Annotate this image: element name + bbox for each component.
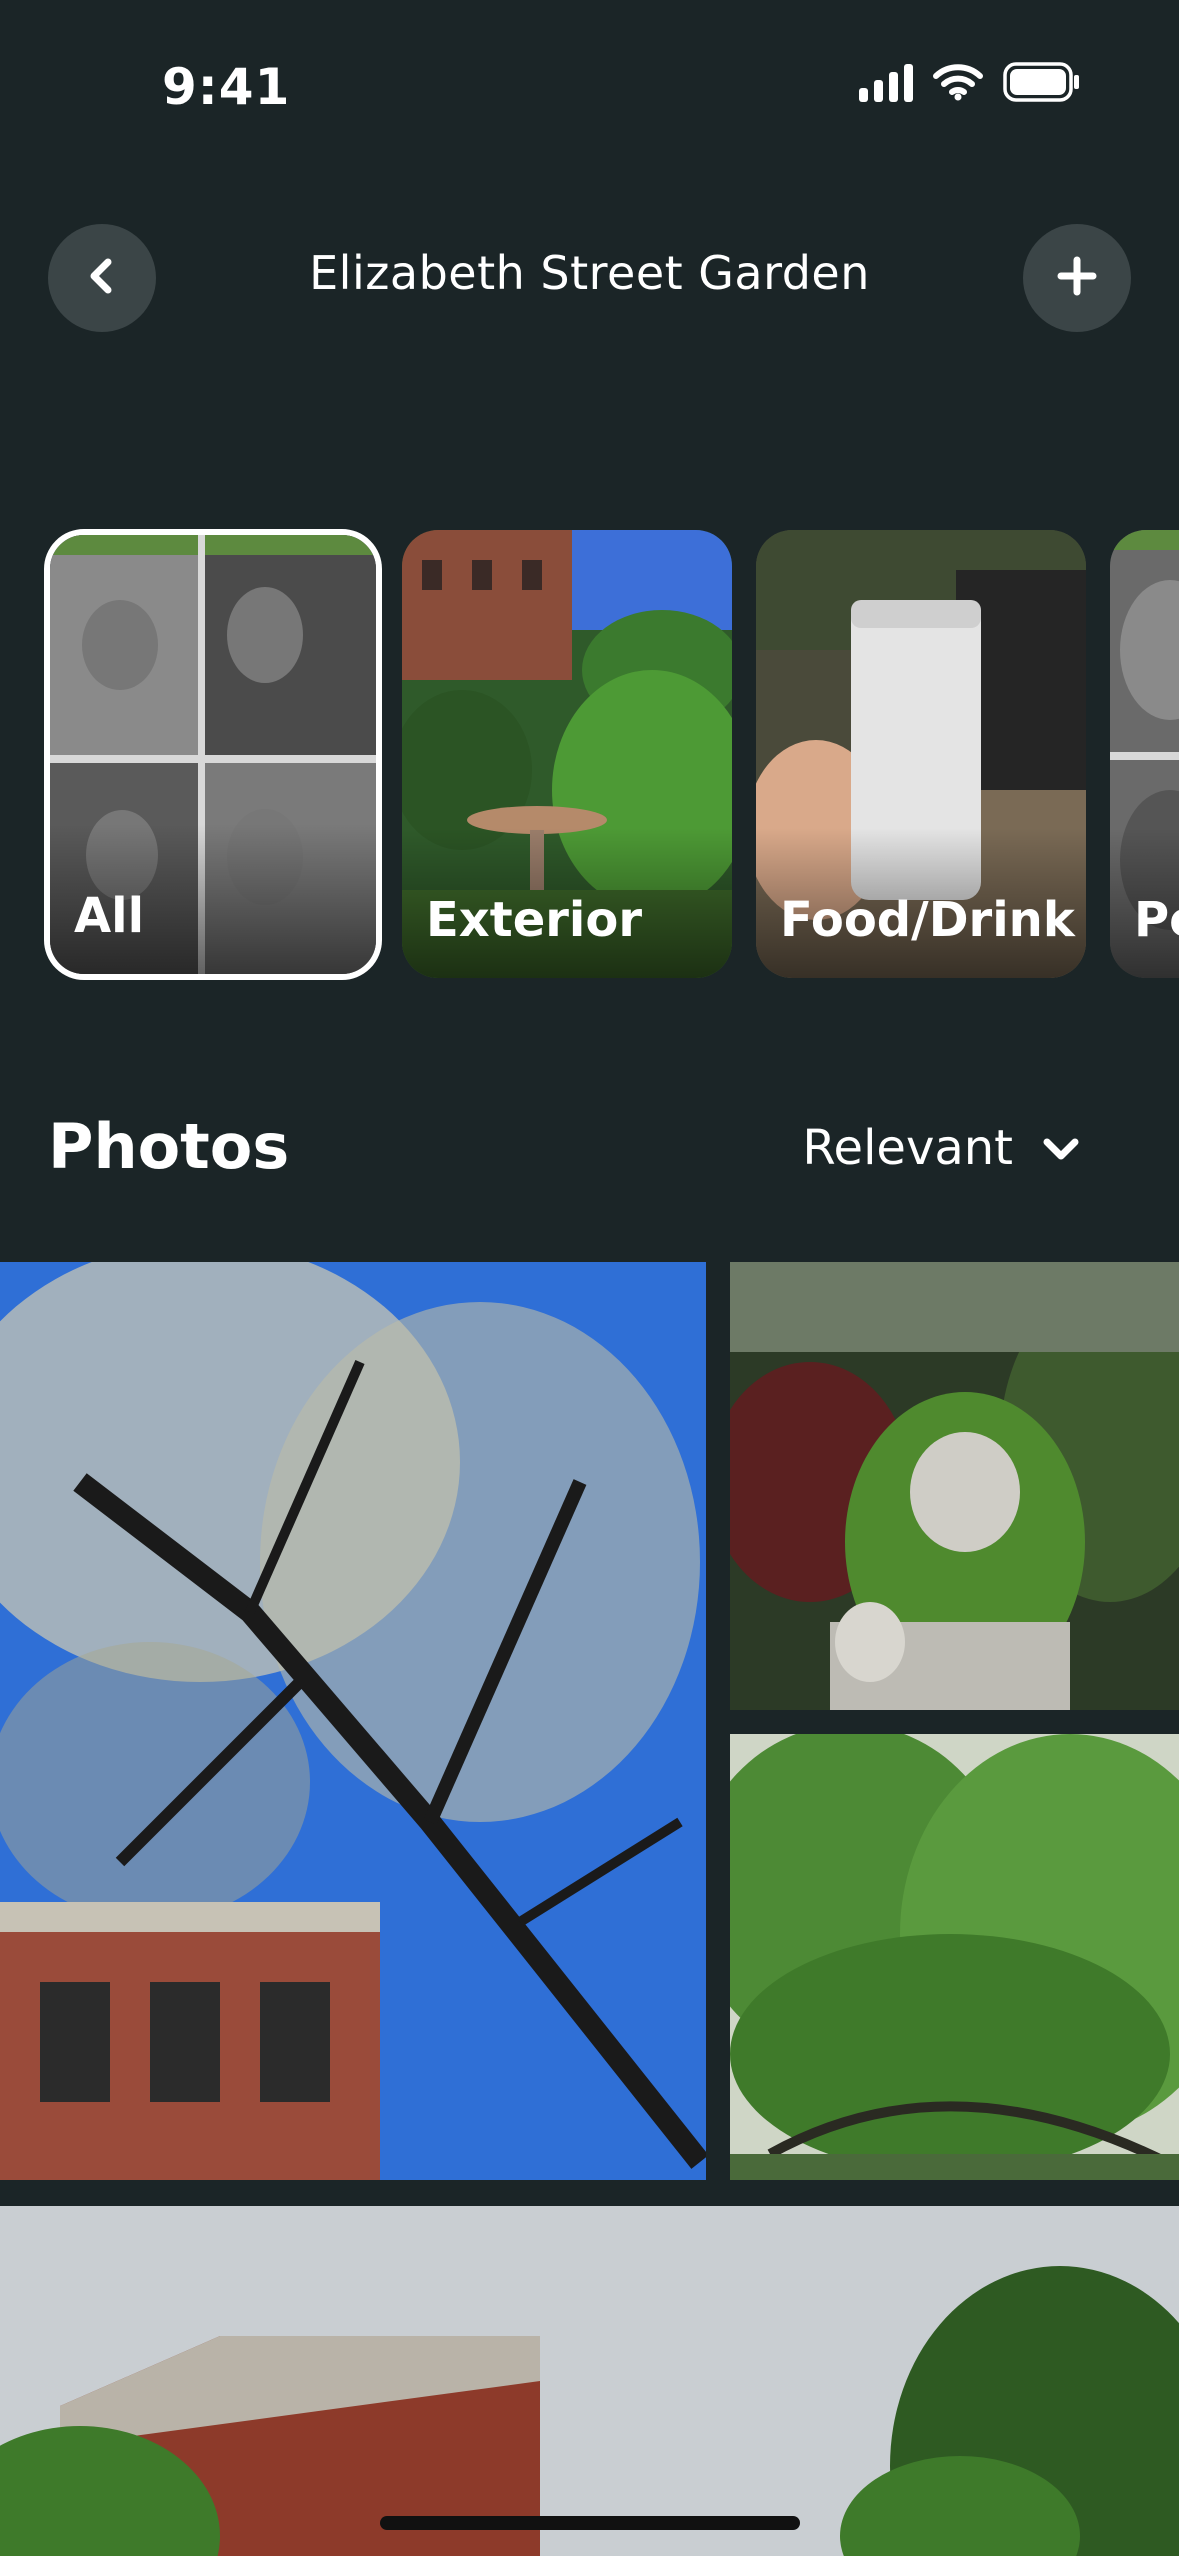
back-button[interactable] [48, 224, 156, 332]
category-card-all[interactable]: All [44, 529, 382, 980]
category-label-food-drink: Food/Drink [780, 892, 1075, 948]
photo-green-trees [730, 1734, 1179, 2180]
sort-dropdown[interactable]: Relevant [802, 1120, 1081, 1176]
photos-section-title: Photos [48, 1110, 290, 1183]
category-label-all: All [74, 888, 145, 944]
photo-building-sky [0, 2206, 1179, 2556]
photo-tile[interactable] [0, 2206, 1179, 2556]
status-icons [859, 62, 1081, 102]
category-card-people[interactable]: Pe [1110, 530, 1179, 978]
category-label-people: Pe [1134, 892, 1179, 948]
battery-icon [1003, 62, 1081, 102]
category-card-exterior[interactable]: Exterior [402, 530, 732, 978]
wifi-icon [933, 63, 983, 101]
photo-tile[interactable] [730, 1262, 1179, 1710]
chevron-down-icon [1041, 1120, 1081, 1176]
cellular-signal-icon [859, 62, 913, 102]
photo-blossom-tree [0, 1262, 706, 2180]
sort-label: Relevant [802, 1120, 1013, 1176]
photo-lion-statue [730, 1262, 1179, 1710]
chevron-left-icon [84, 256, 120, 300]
category-label-exterior: Exterior [426, 892, 643, 948]
photo-tile[interactable] [0, 1262, 706, 2180]
add-button[interactable] [1023, 224, 1131, 332]
plus-icon [1057, 256, 1097, 300]
status-time: 9:41 [162, 58, 291, 116]
page-title: Elizabeth Street Garden [309, 246, 870, 300]
photo-tile[interactable] [730, 1734, 1179, 2180]
category-card-food-drink[interactable]: Food/Drink [756, 530, 1086, 978]
home-indicator[interactable] [380, 2516, 800, 2530]
